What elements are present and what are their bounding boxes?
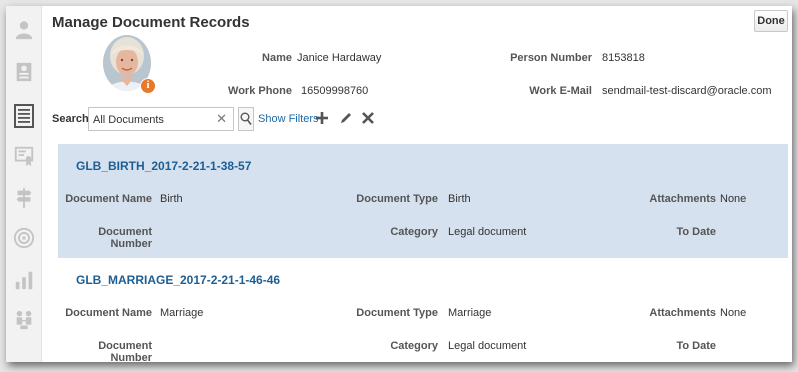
document-type-label: Document Type (356, 307, 438, 319)
to-date-label: To Date (676, 226, 716, 238)
search-button[interactable] (238, 107, 254, 131)
record-title-link[interactable]: GLB_MARRIAGE_2017-2-21-1-46-46 (76, 273, 280, 287)
bar-chart-icon[interactable] (6, 262, 42, 298)
delete-button[interactable] (360, 110, 376, 126)
certificate-icon[interactable] (6, 138, 42, 174)
signpost-icon[interactable] (6, 180, 42, 216)
document-type-label: Document Type (356, 193, 438, 205)
document-record[interactable]: GLB_BIRTH_2017-2-21-1-38-57 Document Nam… (58, 144, 788, 258)
search-field: ✕ (88, 107, 234, 131)
category-value: Legal document (448, 340, 527, 352)
category-label: Category (390, 340, 438, 352)
attachments-value: None (720, 307, 747, 319)
clear-search-icon[interactable]: ✕ (216, 111, 227, 127)
to-date-label: To Date (676, 340, 716, 352)
attachments-label: Attachments (649, 307, 716, 319)
page-title: Manage Document Records (52, 14, 250, 31)
attachments-value: None (720, 193, 747, 205)
org-chart-icon[interactable] (6, 302, 42, 338)
info-badge-icon[interactable]: i (140, 78, 156, 94)
edit-button[interactable] (338, 110, 354, 126)
attachments-label: Attachments (649, 193, 716, 205)
document-record[interactable]: GLB_MARRIAGE_2017-2-21-1-46-46 Document … (58, 258, 788, 362)
id-card-icon[interactable] (6, 54, 42, 90)
work-email: sendmail-test-discard@oracle.com (602, 85, 772, 97)
person-icon[interactable] (6, 12, 42, 48)
category-label: Category (390, 226, 438, 238)
document-type-value: Birth (448, 193, 471, 205)
record-title-link[interactable]: GLB_BIRTH_2017-2-21-1-38-57 (76, 159, 251, 173)
app-window: Manage Document Records Done i Name Jani… (6, 6, 792, 362)
document-name-value: Birth (160, 193, 183, 205)
document-name-value: Marriage (160, 307, 204, 319)
work-phone: 16509998760 (301, 85, 369, 97)
document-number-label: Document Number (98, 226, 152, 250)
left-icon-rail (6, 6, 42, 362)
main-content: Manage Document Records Done i Name Jani… (42, 6, 792, 362)
work-phone-label: Work Phone (228, 85, 292, 97)
category-value: Legal document (448, 226, 527, 238)
search-icon (240, 112, 252, 125)
search-input[interactable] (93, 112, 211, 128)
search-label: Search (52, 113, 89, 125)
pencil-icon (341, 113, 351, 123)
show-filters-link[interactable]: Show Filters (258, 113, 319, 125)
document-name-label: Document Name (65, 307, 152, 319)
document-list-icon[interactable] (6, 98, 42, 134)
person-number-label: Person Number (510, 52, 592, 64)
document-type-value: Marriage (448, 307, 492, 319)
name-label: Name (262, 52, 292, 64)
done-button[interactable]: Done (754, 10, 788, 32)
add-button[interactable] (314, 110, 330, 126)
delete-x-icon (362, 112, 374, 124)
person-number: 8153818 (602, 52, 645, 64)
person-name: Janice Hardaway (297, 52, 382, 64)
plus-icon (316, 112, 328, 124)
document-name-label: Document Name (65, 193, 152, 205)
document-number-label: Document Number (98, 340, 152, 362)
work-email-label: Work E-Mail (529, 85, 592, 97)
target-icon[interactable] (6, 220, 42, 256)
